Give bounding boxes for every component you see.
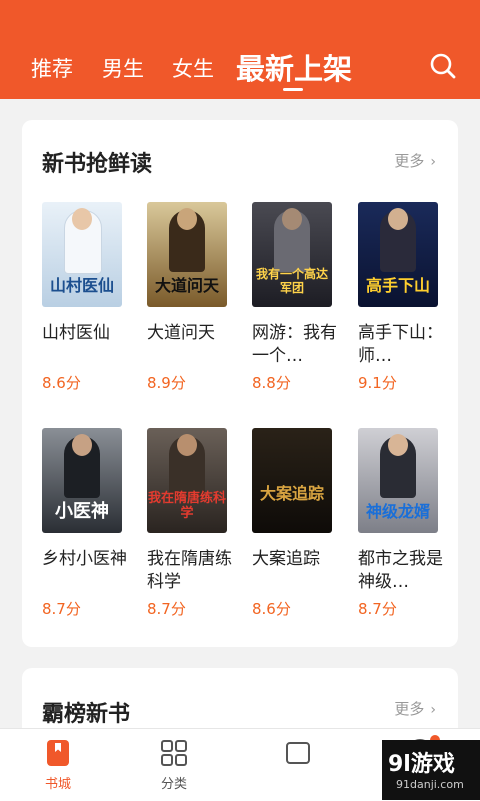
- book-cover: 高手下山: [358, 202, 438, 307]
- book-cover: 山村医仙: [42, 202, 122, 307]
- watermark-url: 91danji.com: [396, 778, 464, 791]
- cover-title: 我在隋唐练科学: [147, 491, 226, 521]
- book-score: 8.6分: [252, 600, 291, 618]
- top-header: 推荐 男生 女生 最新上架: [0, 0, 480, 99]
- cover-title: 神级龙婿: [365, 502, 430, 521]
- book-cover: 神级龙婿: [358, 428, 438, 533]
- book-cover: 小医神: [42, 428, 122, 533]
- new-books-section: 新书抢鲜读 更多 › 山村医仙 山村医仙 8.6分 大道问天 大道问天 8.9分 …: [22, 120, 458, 647]
- more-label: 更多: [394, 152, 425, 170]
- cover-head: [177, 208, 197, 230]
- active-tab-indicator: [283, 88, 303, 91]
- bookstore-icon: [47, 740, 69, 766]
- cover-head: [177, 434, 197, 456]
- cover-title: 大案追踪: [259, 484, 324, 503]
- book-title: 都市之我是神级…: [358, 549, 443, 592]
- book-title: 大案追踪: [252, 549, 320, 569]
- cover-title: 高手下山: [365, 276, 430, 295]
- tab-male[interactable]: 男生: [102, 53, 144, 83]
- search-button[interactable]: [429, 52, 457, 80]
- tab-label: 分类: [160, 777, 187, 792]
- book-title: 大道问天: [147, 323, 215, 343]
- more-link[interactable]: 更多 ›: [394, 698, 436, 719]
- shelf-icon: [286, 742, 310, 764]
- more-link[interactable]: 更多 ›: [394, 150, 436, 171]
- tab-female[interactable]: 女生: [172, 53, 214, 83]
- tab-new-arrivals[interactable]: 最新上架: [236, 46, 352, 88]
- watermark-logo: 9l游戏: [388, 752, 455, 777]
- book-score: 8.8分: [252, 374, 291, 392]
- book-score: 9.1分: [358, 374, 397, 392]
- book-score: 8.9分: [147, 374, 186, 392]
- tab-category[interactable]: 分类: [134, 729, 214, 801]
- book-score: 8.7分: [358, 600, 397, 618]
- book-cover: 我有一个高达军团: [252, 202, 332, 307]
- tab-shelf[interactable]: [258, 729, 338, 801]
- book-score: 8.7分: [147, 600, 186, 618]
- tab-recommend[interactable]: 推荐: [31, 53, 73, 83]
- tab-bookstore[interactable]: 书城: [18, 729, 98, 801]
- book-score: 8.6分: [42, 374, 81, 392]
- section-title: 新书抢鲜读: [42, 152, 153, 177]
- tab-label: 书城: [44, 777, 71, 792]
- book-score: 8.7分: [42, 600, 81, 618]
- cover-head: [282, 208, 302, 230]
- book-cover: 我在隋唐练科学: [147, 428, 227, 533]
- cover-head: [72, 208, 92, 230]
- cover-title: 小医神: [55, 501, 109, 522]
- more-label: 更多: [394, 700, 425, 718]
- book-title: 乡村小医神: [42, 549, 127, 569]
- section-title: 霸榜新书: [42, 702, 131, 727]
- book-title: 我在隋唐练科学: [147, 549, 232, 592]
- chevron-right-icon: ›: [430, 154, 436, 170]
- book-title: 山村医仙: [42, 323, 110, 343]
- book-title: 网游：我有一个…: [252, 323, 337, 366]
- category-grid-icon: [161, 740, 187, 766]
- book-title: 高手下山：师…: [358, 323, 443, 366]
- cover-title: 我有一个高达军团: [255, 267, 328, 295]
- search-icon: [430, 53, 456, 79]
- cover-head: [72, 434, 92, 456]
- book-cover: 大案追踪: [252, 428, 332, 533]
- cover-title: 山村医仙: [49, 276, 114, 295]
- cover-head: [388, 434, 408, 456]
- cover-title: 大道问天: [154, 276, 219, 295]
- cover-head: [388, 208, 408, 230]
- book-cover: 大道问天: [147, 202, 227, 307]
- chevron-right-icon: ›: [430, 702, 436, 718]
- watermark: 9l游戏 91danji.com: [382, 740, 480, 800]
